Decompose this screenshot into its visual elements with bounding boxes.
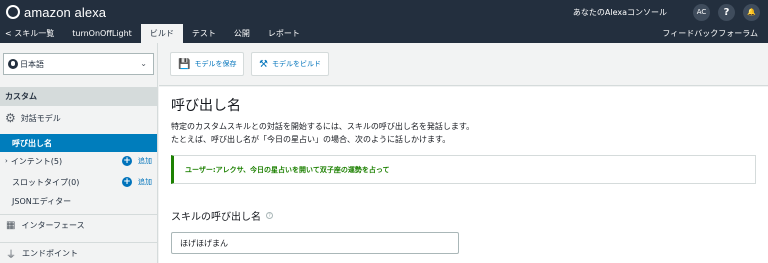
sidebar-item-interaction-model[interactable]: ⚙ 対話モデル: [0, 109, 157, 127]
build-model-button[interactable]: ⚒ モデルをビルド: [251, 52, 329, 76]
plus-icon: +: [122, 176, 132, 187]
main-content: 呼び出し名 特定のカスタムスキルとの対話を開始するには、スキルの呼び出し名を発話…: [159, 87, 768, 263]
sidebar-item-label: インテント(5): [10, 156, 63, 166]
page-description: 特定のカスタムスキルとの対話を開始するには、スキルの呼び出し名を発話します。 た…: [171, 120, 474, 146]
sidebar-item-label: JSONエディター: [12, 196, 72, 206]
language-select[interactable]: 日本語 ⌄: [3, 53, 154, 75]
sidebar-item-json-editor[interactable]: JSONエディター: [0, 192, 157, 210]
logo-text: amazon alexa: [24, 4, 107, 20]
tab-publish[interactable]: 公開: [225, 24, 259, 43]
toolbar: 💾 モデルを保存 ⚒ モデルをビルド: [159, 43, 768, 86]
description-line: たとえば、呼び出し名が「今日の星占い」の場合、次のように話しかけます。: [171, 135, 451, 144]
tab-report[interactable]: レポート: [259, 24, 309, 43]
tab-build[interactable]: ビルド: [140, 24, 183, 43]
sidebar-item-interfaces[interactable]: ▦ インターフェース: [0, 214, 157, 235]
sidebar-item-intents[interactable]: › インテント(5) + 追加: [0, 152, 157, 170]
invocation-name-heading: スキルの呼び出し名 ?: [171, 208, 273, 223]
back-to-skills-link[interactable]: < スキル一覧: [0, 24, 63, 43]
console-link[interactable]: あなたのAlexaコンソール: [573, 7, 667, 18]
tab-test[interactable]: テスト: [183, 24, 225, 43]
plus-icon: +: [122, 155, 132, 166]
sidebar-item-invocation-name[interactable]: 呼び出し名: [0, 134, 157, 152]
add-intent-button[interactable]: + 追加: [122, 156, 152, 166]
alexa-ring-icon: [6, 5, 20, 19]
invocation-name-input[interactable]: [171, 232, 459, 254]
save-model-label: モデルを保存: [194, 60, 237, 68]
add-label: 追加: [138, 178, 152, 186]
avatar[interactable]: AC: [693, 3, 710, 21]
gear-icon: ⚙: [5, 111, 16, 125]
sidebar-item-label: エンドポイント: [22, 248, 78, 258]
endpoint-icon: ⏚: [6, 249, 16, 261]
example-utterance-box: ユーザー:アレクサ、今日の星占いを開いて双子座の運勢を占って: [171, 155, 756, 184]
sidebar-item-label: 呼び出し名: [12, 138, 52, 148]
feedback-forum-link[interactable]: フィードバックフォーラム: [653, 24, 768, 43]
save-model-button[interactable]: 💾 モデルを保存: [170, 52, 245, 76]
chevron-down-icon: ⌄: [140, 59, 147, 68]
sidebar-item-label: 対話モデル: [20, 113, 61, 123]
page-title: 呼び出し名: [171, 98, 241, 114]
top-bar: amazon alexa あなたのAlexaコンソール AC ? 🔔: [0, 0, 768, 24]
save-icon: 💾: [178, 58, 191, 70]
add-label: 追加: [138, 157, 152, 165]
language-value: 日本語: [20, 59, 44, 69]
help-icon[interactable]: ?: [718, 3, 735, 21]
sidebar-section-custom: カスタム: [0, 87, 157, 106]
help-icon[interactable]: ?: [266, 212, 273, 219]
globe-icon: [8, 59, 18, 69]
skill-nav-bar: < スキル一覧 turnOnOffLight ビルド テスト 公開 レポート フ…: [0, 24, 768, 43]
sidebar-item-endpoint[interactable]: ⏚ エンドポイント: [0, 242, 157, 263]
sidebar-item-label: スロットタイプ(0): [12, 177, 80, 187]
sidebar: 日本語 ⌄ カスタム ⚙ 対話モデル 呼び出し名 › インテント(5) + 追加…: [0, 43, 158, 263]
bell-icon[interactable]: 🔔: [743, 3, 760, 21]
add-slot-type-button[interactable]: + 追加: [122, 177, 152, 187]
build-tools-icon: ⚒: [259, 58, 268, 70]
description-line: 特定のカスタムスキルとの対話を開始するには、スキルの呼び出し名を発話します。: [171, 122, 475, 131]
chevron-right-icon: ›: [5, 157, 8, 165]
skill-name: turnOnOffLight: [72, 29, 132, 38]
sidebar-item-slot-types[interactable]: スロットタイプ(0) + 追加: [0, 173, 157, 191]
amazon-alexa-logo[interactable]: amazon alexa: [6, 5, 106, 20]
field-label: スキルの呼び出し名: [171, 212, 261, 223]
build-model-label: モデルをビルド: [271, 60, 321, 68]
interfaces-icon: ▦: [6, 219, 16, 231]
sidebar-item-label: インターフェース: [21, 220, 85, 230]
